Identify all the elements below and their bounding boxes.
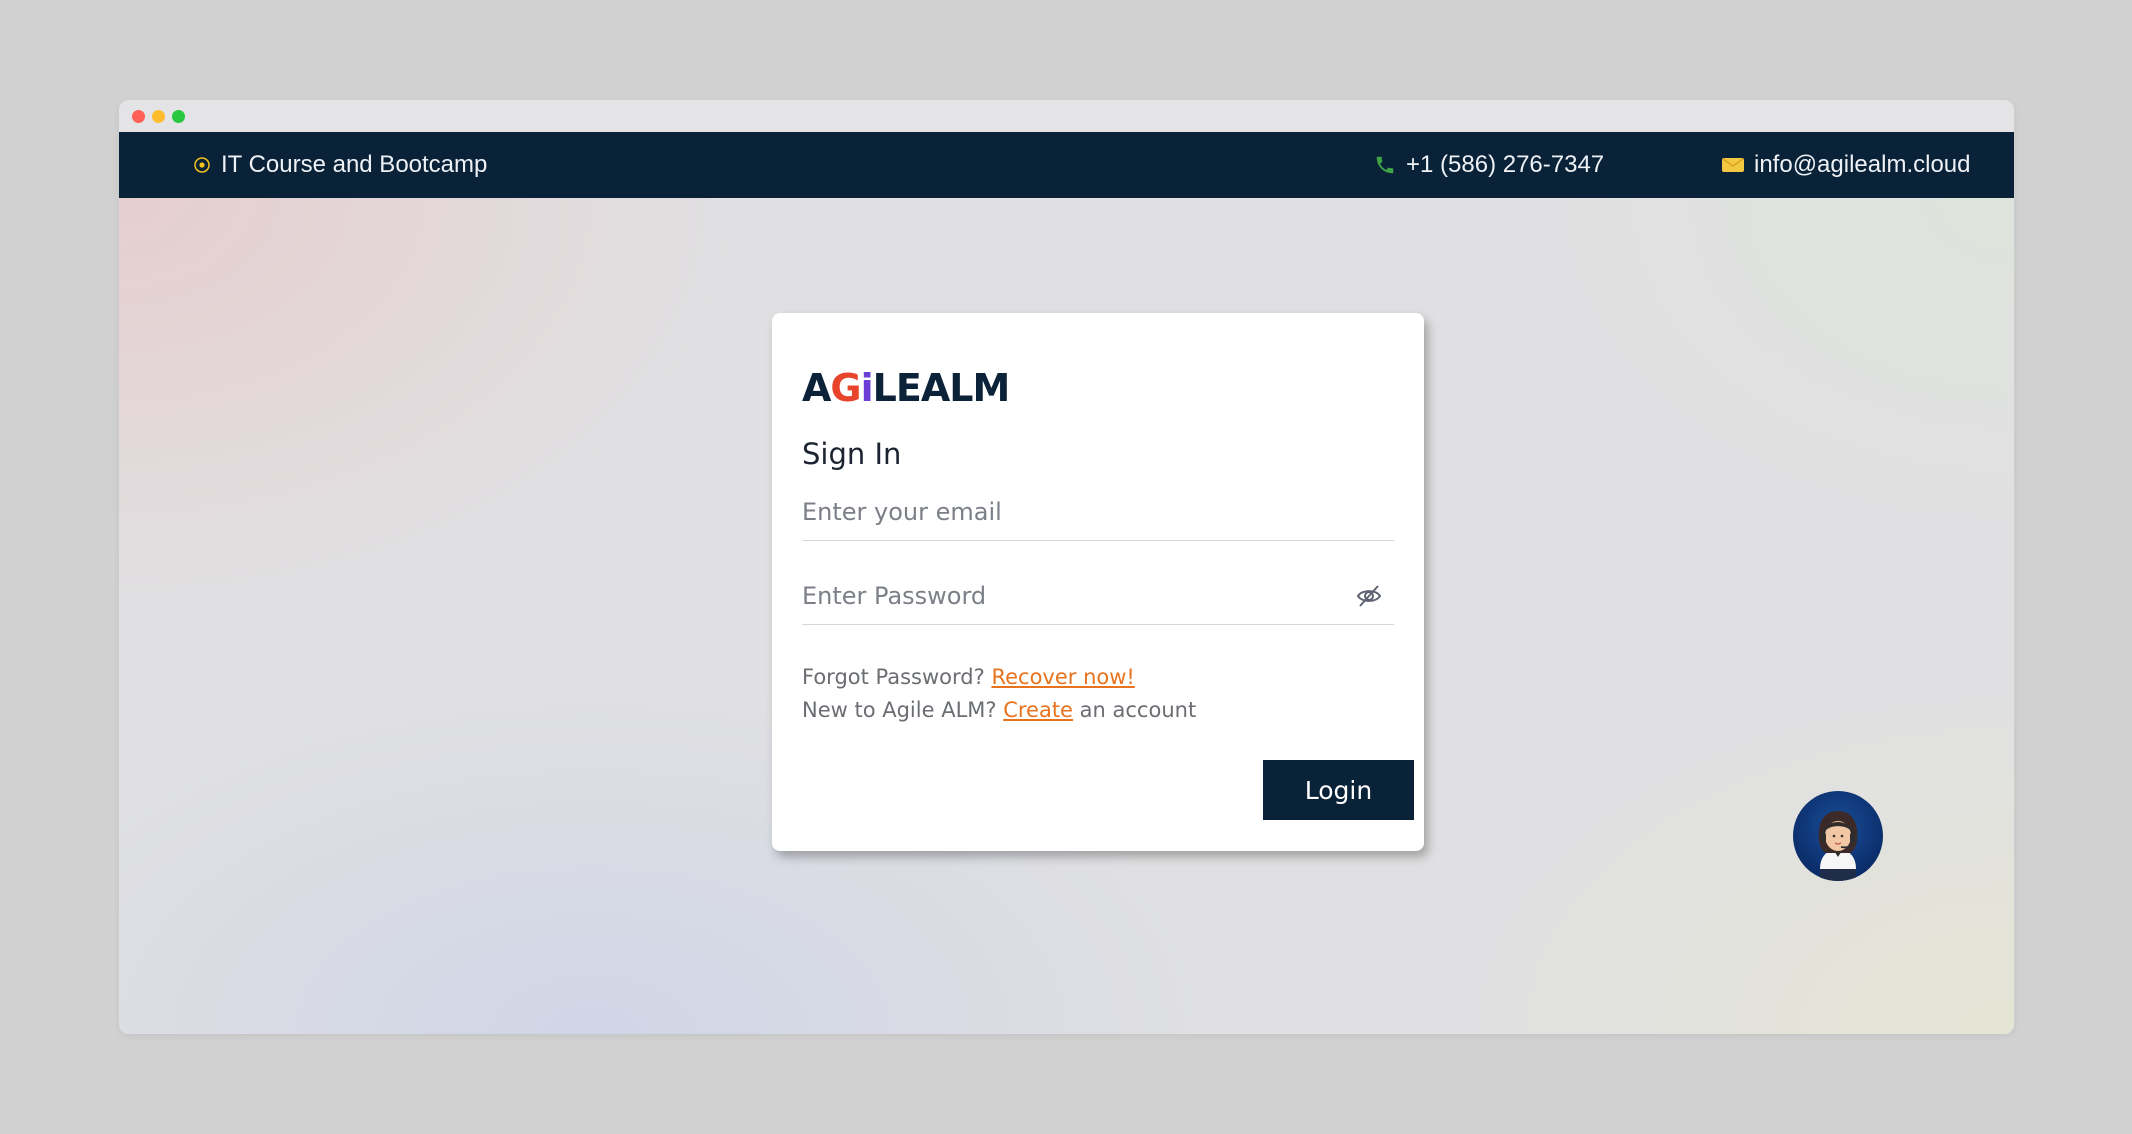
phone-info[interactable]: +1 (586) 276-7347 xyxy=(1374,132,1604,198)
browser-window: IT Course and Bootcamp +1 (586) 276-7347… xyxy=(119,100,2014,1034)
new-user-text: New to Agile ALM? xyxy=(802,698,1004,722)
logo-letter-i: i xyxy=(860,366,874,410)
email-input[interactable] xyxy=(802,483,1394,540)
minimize-window-button[interactable] xyxy=(152,110,165,123)
create-account-suffix: an account xyxy=(1072,698,1197,722)
logo-letter-g: G xyxy=(830,366,861,410)
course-text: IT Course and Bootcamp xyxy=(221,151,488,178)
password-field[interactable] xyxy=(802,567,1394,625)
phone-number: +1 (586) 276-7347 xyxy=(1406,151,1605,178)
create-account-link[interactable]: Create xyxy=(1003,698,1073,722)
email-info[interactable]: info@agilealm.cloud xyxy=(1722,132,1970,198)
eye-slash-icon[interactable] xyxy=(1354,581,1384,611)
email-field[interactable] xyxy=(802,483,1394,541)
login-button[interactable]: Login xyxy=(1263,760,1414,820)
password-input[interactable] xyxy=(802,567,1394,624)
radio-dot-icon xyxy=(193,156,211,174)
logo-letters-rest: LEALM xyxy=(872,366,1011,410)
email-address: info@agilealm.cloud xyxy=(1754,151,1971,178)
close-window-button[interactable] xyxy=(132,110,145,123)
phone-icon xyxy=(1374,154,1396,176)
login-card: AGiLEALM Sign In Forgot Password? Recove… xyxy=(772,313,1424,851)
create-account-row: New to Agile ALM? Create an account xyxy=(802,698,1196,722)
page-background: AGiLEALM Sign In Forgot Password? Recove… xyxy=(119,198,2014,1034)
top-info-bar: IT Course and Bootcamp +1 (586) 276-7347… xyxy=(119,132,2014,198)
forgot-password-text: Forgot Password? xyxy=(802,665,992,689)
forgot-password-row: Forgot Password? Recover now! xyxy=(802,665,1135,689)
maximize-window-button[interactable] xyxy=(172,110,185,123)
logo-letter-a: A xyxy=(802,366,831,410)
course-info[interactable]: IT Course and Bootcamp xyxy=(193,132,487,198)
window-titlebar xyxy=(119,100,2014,132)
sign-in-title: Sign In xyxy=(802,437,902,471)
support-agent-avatar[interactable] xyxy=(1793,791,1883,881)
recover-now-link[interactable]: Recover now! xyxy=(991,665,1134,689)
agilealm-logo: AGiLEALM xyxy=(802,366,1011,410)
mail-icon xyxy=(1722,157,1744,173)
